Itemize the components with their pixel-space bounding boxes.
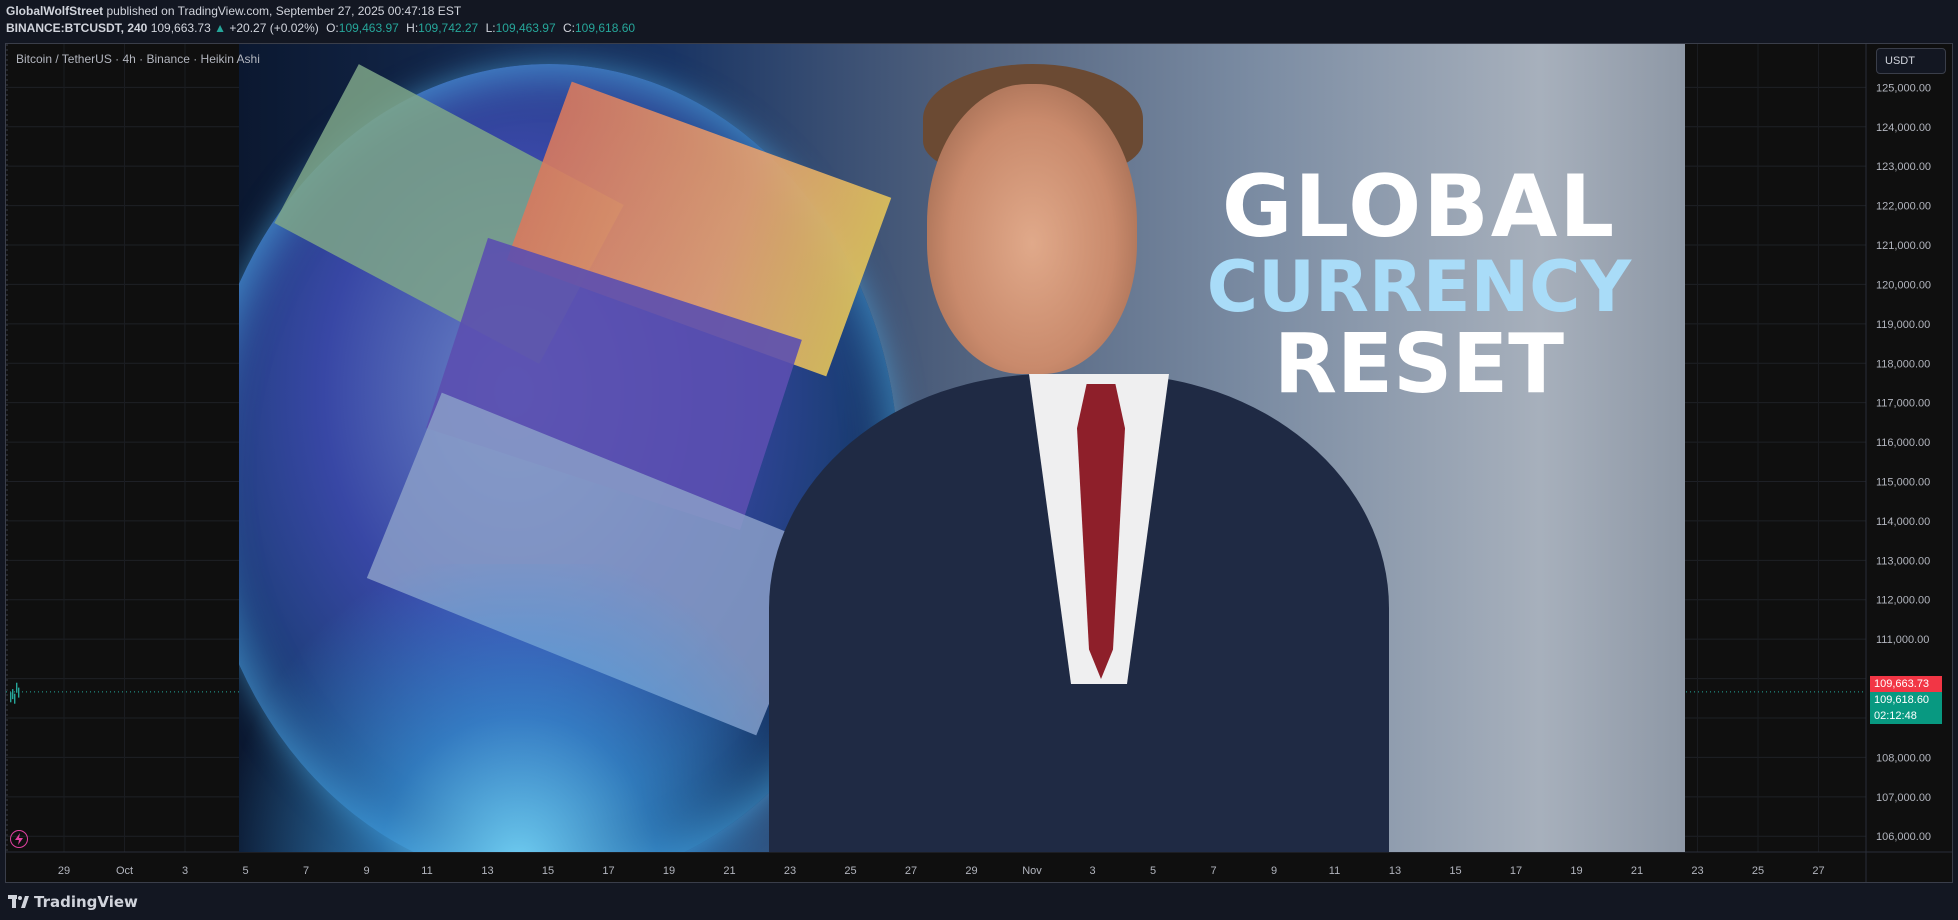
x-tick-label: 21 [1631,865,1643,877]
y-tick-label: 121,000.00 [1876,240,1931,252]
price-tags: 109,663.73 109,618.60 02:12:48 [1870,675,1942,724]
close-label: C: [563,21,575,35]
person-face-graphic [927,84,1137,374]
y-tick-label: 115,000.00 [1876,477,1930,489]
x-tick-label: 19 [663,865,675,877]
close-price-tag: 109,618.60 [1870,691,1942,708]
x-tick-label: 25 [1752,865,1764,877]
candle [12,689,14,700]
last-price: 109,663.73 [150,21,211,35]
y-tick-label: 124,000.00 [1876,122,1931,134]
x-tick-label: 9 [1271,865,1277,877]
y-tick-label: 111,000.00 [1876,634,1929,646]
x-tick-label: 7 [1210,865,1216,877]
chart-title: Bitcoin / TetherUS · 4h · Binance · Heik… [16,52,260,66]
x-tick-label: 3 [182,865,188,877]
published-text: published on TradingView.com, September … [106,4,462,18]
light-beam-graphic [239,564,799,852]
x-tick-label: 5 [1150,865,1156,877]
low-label: L: [485,21,496,35]
x-tick-label: Nov [1022,865,1042,877]
candle [14,693,16,704]
x-tick-label: 21 [723,865,735,877]
x-tick-label: 23 [784,865,796,877]
x-tick-label: 7 [303,865,309,877]
y-tick-label: 122,000.00 [1876,201,1931,213]
x-tick-label: 29 [965,865,977,877]
x-tick-label: Oct [116,865,133,877]
candle [16,682,18,693]
up-arrow-icon: ▲ [214,21,226,35]
y-tick-label: 120,000.00 [1876,279,1931,291]
x-tick-label: 19 [1570,865,1582,877]
y-tick-label: 112,000.00 [1876,595,1930,607]
candle [10,692,12,703]
x-tick-label: 15 [1449,865,1461,877]
x-tick-label: 17 [602,865,614,877]
y-tick-label: 125,000.00 [1876,82,1931,94]
logo-text: TradingView [34,893,138,911]
y-tick-label: 107,000.00 [1876,792,1931,804]
headline-line-3: RESET [1273,317,1565,412]
footer: TradingView [0,884,1958,920]
x-tick-label: 11 [1329,865,1340,877]
x-tick-label: 27 [905,865,917,877]
high-value: 109,742.27 [418,21,479,35]
publisher-name[interactable]: GlobalWolfStreet [6,4,103,18]
bolt-icon[interactable] [10,830,28,848]
y-tick-label: 118,000.00 [1876,358,1930,370]
y-tick-label: 119,000.00 [1876,319,1930,331]
symbol-label: BINANCE:BTCUSDT, 240 [6,21,148,35]
countdown-tag: 02:12:48 [1870,707,1942,724]
x-tick-label: 25 [844,865,856,877]
x-tick-label: 13 [1389,865,1401,877]
y-tick-label: 114,000.00 [1876,516,1930,528]
open-label: O: [326,21,339,35]
y-tick-label: 116,000.00 [1876,437,1930,449]
y-tick-label: 108,000.00 [1876,752,1931,764]
low-value: 109,463.97 [495,21,556,35]
x-tick-label: 9 [363,865,369,877]
last-price-tag: 109,663.73 [1870,675,1942,692]
close-value: 109,618.60 [575,21,636,35]
chart-frame[interactable]: 106,000.00 107,000.00 108,000.00 111,000.00… [5,43,1953,883]
tradingview-logo-icon [8,895,29,908]
x-tick-label: 13 [481,865,493,877]
open-value: 109,463.97 [338,21,399,35]
currency-button[interactable]: USDT [1876,48,1946,74]
x-tick-label: 15 [542,865,554,877]
x-tick-label: 23 [1691,865,1703,877]
x-tick-label: 17 [1510,865,1522,877]
y-tick-label: 106,000.00 [1876,831,1931,843]
overlay-image: GLOBAL CURRENCY RESET [239,44,1685,852]
header: GlobalWolfStreet published on TradingVie… [0,0,1958,42]
ohlc-line: BINANCE:BTCUSDT, 240 109,663.73 ▲ +20.27… [6,21,635,35]
headline: GLOBAL CURRENCY RESET [1189,164,1649,406]
x-tick-label: 5 [242,865,248,877]
tradingview-logo[interactable]: TradingView [8,893,138,911]
y-tick-label: 123,000.00 [1876,161,1931,173]
headline-line-1: GLOBAL [1221,157,1617,257]
x-tick-label: 27 [1812,865,1824,877]
headline-line-2: CURRENCY [1206,246,1632,328]
high-label: H: [406,21,419,35]
x-tick-label: 11 [421,865,432,877]
publish-info: GlobalWolfStreet published on TradingVie… [6,4,461,18]
candle [18,687,20,698]
price-change: +20.27 (+0.02%) [229,21,319,35]
x-tick-label: 29 [58,865,70,877]
y-tick-label: 117,000.00 [1876,398,1930,410]
y-tick-label: 113,000.00 [1876,555,1930,567]
x-tick-label: 3 [1089,865,1095,877]
